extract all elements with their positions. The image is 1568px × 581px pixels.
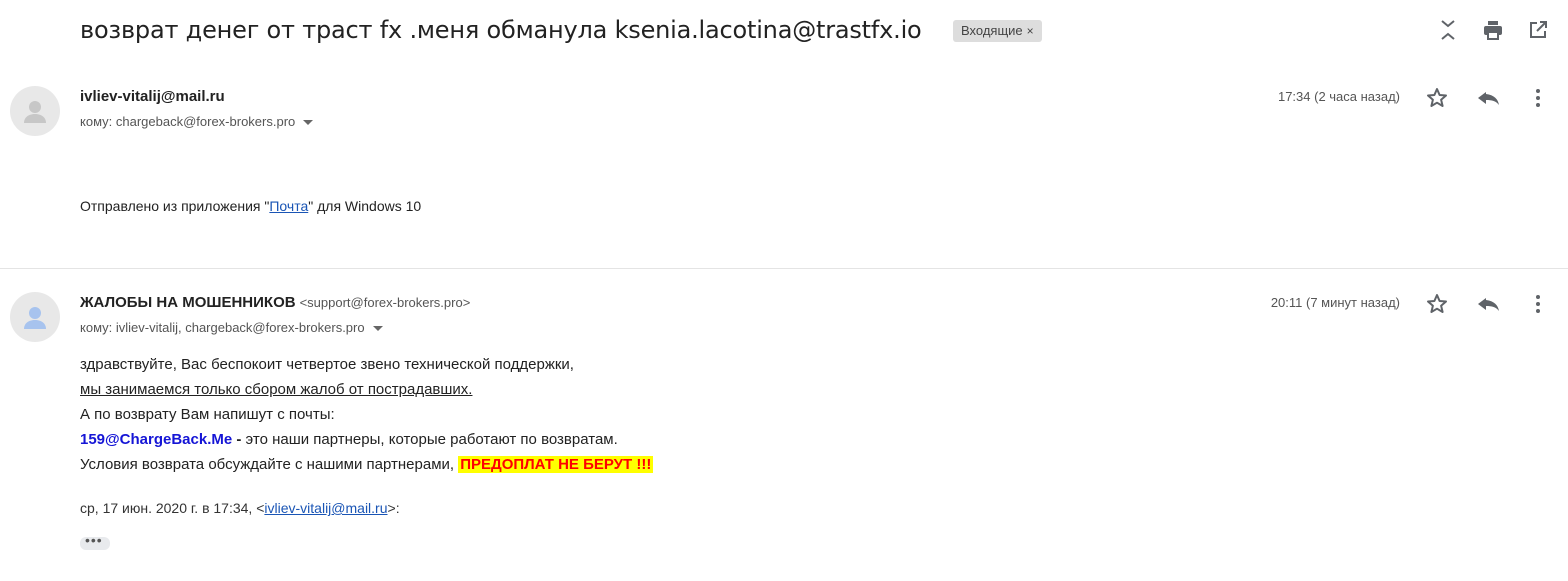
subject-row: возврат денег от траст fx .меня обманула…	[0, 0, 1568, 68]
body-line-4-rest: это наши партнеры, которые работают по в…	[245, 431, 618, 448]
ellipsis-icon: •••	[85, 532, 103, 548]
recipients-line: кому: ivliev-vitalij, chargeback@forex-b…	[80, 320, 383, 335]
recipients-line: кому: chargeback@forex-brokers.pro	[80, 114, 314, 129]
no-prepayment-warning: ПРЕДОПЛАТ НЕ БЕРУТ !!!	[458, 456, 654, 473]
remove-label-icon[interactable]: ×	[1027, 24, 1034, 38]
sender-name: ivliev-vitalij@mail.ru	[80, 88, 225, 105]
quoted-header-suffix: >:	[387, 500, 400, 516]
sender-line: ivliev-vitalij@mail.ru	[80, 88, 225, 105]
body-line-3: А по возврату Вам напишут с почты:	[80, 406, 335, 423]
body-line-2: мы занимаемся только сбором жалоб от пос…	[80, 381, 473, 398]
reply-icon[interactable]	[1474, 86, 1502, 110]
sender-name: ЖАЛОБЫ НА МОШЕННИКОВ	[80, 294, 296, 311]
sender-line: ЖАЛОБЫ НА МОШЕННИКОВ <support@forex-broke…	[80, 294, 470, 311]
star-icon[interactable]	[1425, 86, 1449, 110]
open-in-new-window-icon[interactable]	[1526, 18, 1550, 42]
quoted-email-link[interactable]: ivliev-vitalij@mail.ru	[264, 500, 387, 516]
more-options-icon[interactable]	[1526, 86, 1550, 110]
expand-collapse-icon[interactable]	[1436, 18, 1460, 42]
body-line-4: 159@ChargeBack.Me - это наши партнеры, к…	[80, 427, 653, 452]
message-time: 20:11 (7 минут назад)	[1270, 295, 1400, 310]
recipients-text: кому: chargeback@forex-brokers.pro	[80, 114, 296, 129]
message-body: Отправлено из приложения "Почта" для Win…	[80, 194, 421, 219]
star-icon[interactable]	[1425, 292, 1449, 316]
sender-email: <support@forex-brokers.pro>	[299, 295, 471, 310]
message-time: 17:34 (2 часа назад)	[1277, 89, 1400, 104]
message-divider	[0, 268, 1568, 269]
body-line-1: здравствуйте, Вас беспокоит четвертое зв…	[80, 356, 574, 373]
show-trimmed-content-button[interactable]: •••	[80, 533, 110, 550]
message-body: здравствуйте, Вас беспокоит четвертое зв…	[80, 352, 654, 477]
recipients-text: кому: ivliev-vitalij, chargeback@forex-b…	[80, 320, 365, 335]
body-line-5: Условия возврата обсуждайте с нашими пар…	[80, 452, 654, 477]
show-details-chevron-icon[interactable]	[303, 120, 314, 126]
email-subject: возврат денег от траст fx .меня обманула…	[80, 16, 922, 44]
body-line-5-text: Условия возврата обсуждайте с нашими пар…	[80, 456, 459, 473]
partner-email: 159@ChargeBack.Me	[80, 431, 233, 448]
quoted-header-prefix: ср, 17 июн. 2020 г. в 17:34, <	[80, 500, 265, 516]
inbox-label-chip[interactable]: Входящие ×	[953, 20, 1042, 42]
show-details-chevron-icon[interactable]	[372, 326, 383, 332]
body-text-prefix: Отправлено из приложения "	[80, 198, 270, 214]
quoted-header: ср, 17 июн. 2020 г. в 17:34, <ivliev-vit…	[80, 500, 400, 516]
mail-app-link[interactable]: Почта	[269, 198, 308, 214]
sender-avatar	[10, 86, 60, 136]
body-dash: -	[232, 431, 246, 448]
body-text-suffix: " для Windows 10	[308, 198, 422, 214]
more-options-icon[interactable]	[1526, 292, 1550, 316]
inbox-label-text: Входящие	[961, 23, 1023, 38]
sender-avatar	[10, 292, 60, 342]
reply-icon[interactable]	[1474, 292, 1502, 316]
print-icon[interactable]	[1481, 18, 1505, 42]
